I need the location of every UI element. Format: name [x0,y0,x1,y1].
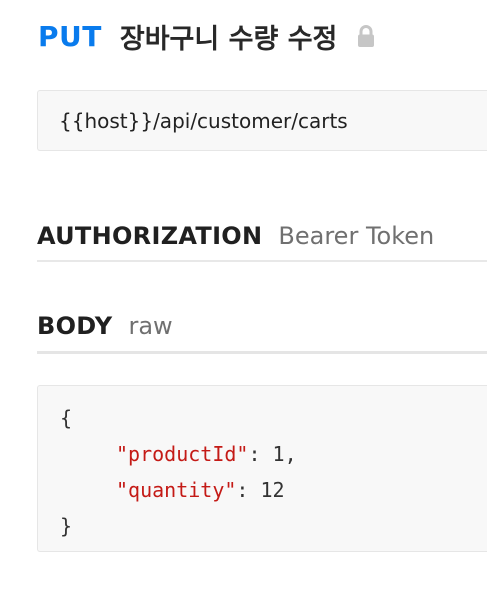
json-separator: : [248,442,273,466]
request-url-text: {{host}}/api/customer/carts [59,108,348,133]
json-key: "productId" [116,442,249,466]
code-line: } [60,508,487,544]
authorization-divider [37,260,487,262]
json-value: 1 [272,442,285,466]
lock-icon [355,24,377,48]
json-value: 12 [260,478,285,502]
json-key: "quantity" [116,478,237,502]
request-body-code[interactable]: { "productId": 1, "quantity": 12 } [37,385,487,552]
request-url-field[interactable]: {{host}}/api/customer/carts [37,90,487,151]
authorization-section: AUTHORIZATION Bearer Token [37,222,487,250]
http-method-label: PUT [38,19,102,53]
json-comma: , [284,442,297,466]
request-name: 장바구니 수량 수정 [119,23,338,55]
body-heading: BODY [37,312,113,340]
authorization-type: Bearer Token [278,222,435,250]
json-open-brace: { [60,406,73,430]
code-line: { [60,400,487,436]
body-divider [37,351,487,354]
request-header: PUT 장바구니 수량 수정 [38,14,377,58]
body-mode: raw [128,312,173,340]
code-line: "productId": 1, [60,436,487,472]
json-close-brace: } [60,514,73,538]
body-section: BODY raw [37,312,487,340]
code-line: "quantity": 12 [60,472,487,508]
json-separator: : [236,478,261,502]
authorization-heading: AUTHORIZATION [37,222,263,250]
